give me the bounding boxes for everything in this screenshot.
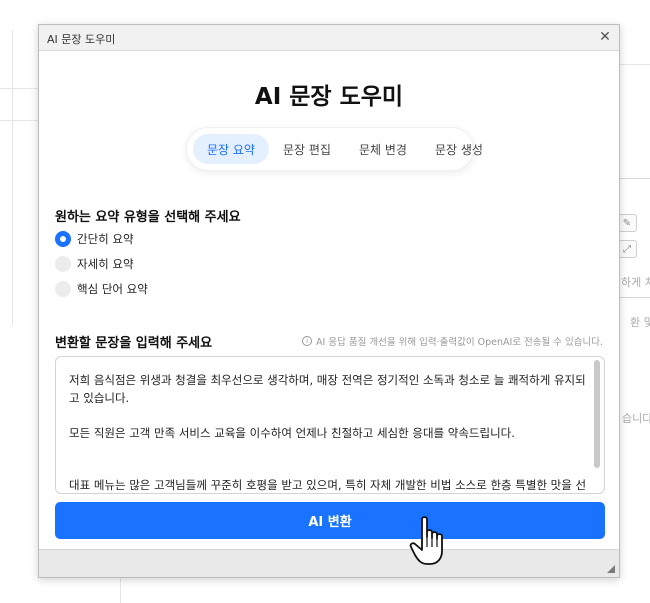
dialog-title: AI 문장 도우미 [47, 33, 116, 46]
hand-cursor-icon [409, 516, 443, 565]
radio-brief-summary[interactable]: 간단히 요약 [55, 230, 134, 248]
pencil-icon: ✎ [617, 214, 637, 232]
radio-unchecked-icon[interactable] [55, 281, 71, 297]
tab-edit[interactable]: 문장 편집 [269, 134, 345, 164]
radio-unchecked-icon[interactable] [55, 256, 71, 272]
notice-text: AI 응답 품질 개선을 위해 입력·출력값이 OpenAI로 전송될 수 있습… [316, 337, 603, 348]
bg-divider [620, 64, 650, 65]
bg-text: 환 및 [630, 316, 650, 329]
close-icon[interactable]: ✕ [597, 28, 613, 46]
bg-divider [120, 578, 121, 603]
summary-type-label: 원하는 요약 유형을 선택해 주세요 [55, 210, 241, 225]
bg-text: 하게 처 [621, 276, 650, 289]
sentence-input[interactable]: 저희 음식점은 위생과 청결을 최우선으로 생각하며, 매장 전역은 정기적인 … [55, 356, 605, 494]
dialog-statusbar [39, 549, 619, 577]
bg-text: 습니다 [622, 412, 650, 425]
expand-icon: ⤢ [617, 240, 637, 258]
tab-generate[interactable]: 문장 생성 [421, 134, 497, 164]
tab-style[interactable]: 문체 변경 [345, 134, 421, 164]
radio-label: 핵심 단어 요약 [77, 282, 148, 296]
sentence-input-text[interactable]: 저희 음식점은 위생과 청결을 최우선으로 생각하며, 매장 전역은 정기적인 … [69, 371, 589, 493]
resize-grip-icon[interactable] [607, 565, 615, 573]
radio-detailed-summary[interactable]: 자세히 요약 [55, 255, 134, 273]
bg-divider [12, 30, 13, 325]
ai-assistant-dialog: AI 문장 도우미 ✕ AI 문장 도우미 문장 요약 문장 편집 문체 변경 … [38, 24, 620, 578]
radio-keyword-summary[interactable]: 핵심 단어 요약 [55, 280, 148, 298]
openai-notice: i AI 응답 품질 개선을 위해 입력·출력값이 OpenAI로 전송될 수 … [302, 334, 603, 348]
dialog-titlebar[interactable]: AI 문장 도우미 ✕ [39, 25, 619, 51]
tab-bar: 문장 요약 문장 편집 문체 변경 문장 생성 [186, 127, 483, 171]
tab-summary[interactable]: 문장 요약 [193, 134, 269, 164]
input-paragraph: 대표 메뉴는 많은 고객님들께 꾸준히 호평을 받고 있으며, 특히 자체 개발… [69, 478, 587, 492]
textarea-scrollbar[interactable] [594, 360, 600, 468]
radio-label: 자세히 요약 [77, 257, 134, 271]
info-icon: i [302, 336, 313, 346]
bg-divider [0, 88, 38, 89]
input-paragraph: 모든 직원은 고객 만족 서비스 교육을 이수하여 언제나 친절하고 세심한 응… [69, 426, 515, 440]
input-paragraph: 저희 음식점은 위생과 청결을 최우선으로 생각하며, 매장 전역은 정기적인 … [69, 373, 586, 405]
bg-divider [0, 120, 38, 121]
page-title: AI 문장 도우미 [254, 84, 404, 110]
ai-convert-button[interactable]: AI 변환 [55, 502, 605, 539]
radio-label: 간단히 요약 [77, 232, 134, 246]
input-label: 변환할 문장을 입력해 주세요 [55, 336, 213, 351]
radio-checked-icon[interactable] [55, 231, 71, 247]
